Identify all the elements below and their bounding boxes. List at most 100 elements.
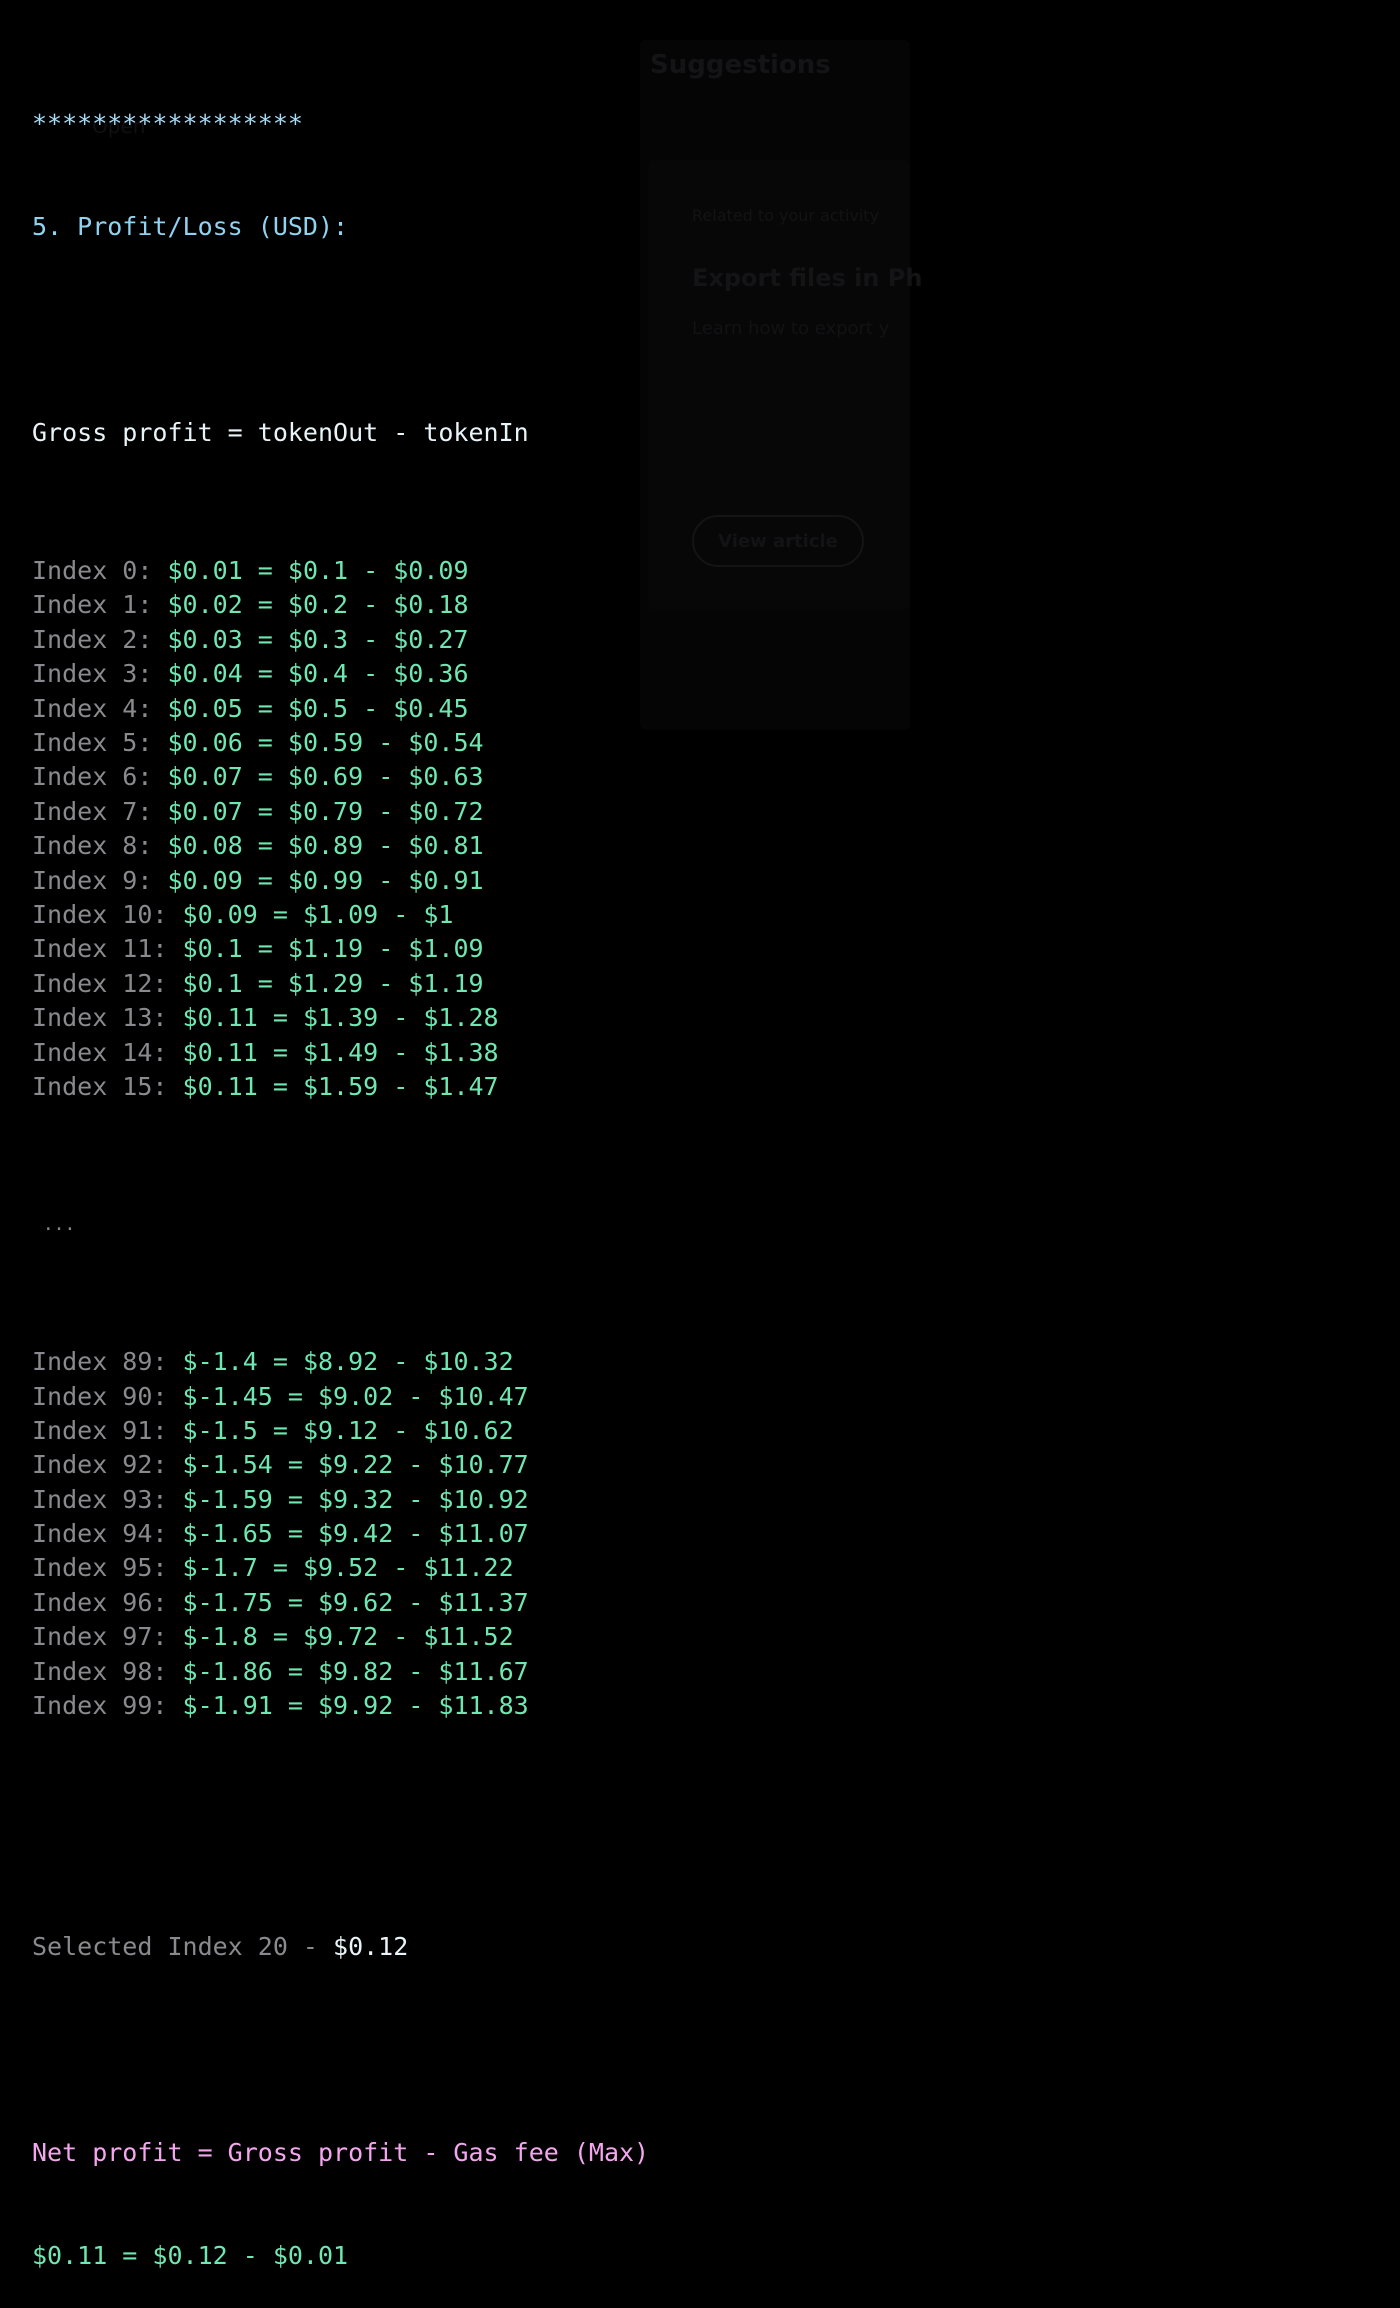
index-row: Index 90: $-1.45 = $9.02 - $10.47 bbox=[32, 1380, 649, 1414]
index-row: Index 11: $0.1 = $1.19 - $1.09 bbox=[32, 932, 649, 966]
rows-first-block: Index 0: $0.01 = $0.1 - $0.09 Index 1: $0… bbox=[32, 554, 649, 1104]
index-row: Index 10: $0.09 = $1.09 - $1 bbox=[32, 898, 649, 932]
index-value: $-1.5 = $9.12 - $10.62 bbox=[182, 1415, 514, 1445]
index-value: $-1.8 = $9.72 - $11.52 bbox=[182, 1622, 514, 1652]
index-row: Index 1: $0.02 = $0.2 - $0.18 bbox=[32, 588, 649, 622]
net-profit-value: $0.11 = $0.12 - $0.01 bbox=[32, 2241, 349, 2271]
index-label: Index 98: bbox=[32, 1656, 168, 1686]
index-value: $0.09 = $1.09 - $1 bbox=[182, 899, 454, 929]
net-profit-formula: Net profit = Gross profit - Gas fee (Max… bbox=[32, 2138, 650, 2168]
index-value: $-1.75 = $9.62 - $11.37 bbox=[182, 1587, 529, 1617]
index-row: Index 91: $-1.5 = $9.12 - $10.62 bbox=[32, 1414, 649, 1448]
selected-label: Selected Index 20 - bbox=[32, 1931, 334, 1961]
index-row: Index 5: $0.06 = $0.59 - $0.54 bbox=[32, 726, 649, 760]
index-label: Index 13: bbox=[32, 1003, 168, 1033]
index-label: Index 2: bbox=[32, 624, 153, 654]
index-label: Index 89: bbox=[32, 1347, 168, 1377]
index-row: Index 92: $-1.54 = $9.22 - $10.77 bbox=[32, 1448, 649, 1482]
card-text: Learn how to export y bbox=[692, 318, 890, 339]
view-article-button: View article bbox=[692, 515, 864, 567]
index-label: Index 92: bbox=[32, 1450, 168, 1480]
gross-profit-formula: Gross profit = tokenOut - tokenIn bbox=[32, 418, 529, 448]
index-row: Index 94: $-1.65 = $9.42 - $11.07 bbox=[32, 1517, 649, 1551]
index-value: $0.06 = $0.59 - $0.54 bbox=[167, 727, 484, 757]
index-label: Index 93: bbox=[32, 1484, 168, 1514]
index-row: Index 13: $0.11 = $1.39 - $1.28 bbox=[32, 1001, 649, 1035]
index-value: $-1.45 = $9.02 - $10.47 bbox=[182, 1381, 529, 1411]
index-row: Index 0: $0.01 = $0.1 - $0.09 bbox=[32, 554, 649, 588]
index-label: Index 97: bbox=[32, 1622, 168, 1652]
index-row: Index 3: $0.04 = $0.4 - $0.36 bbox=[32, 657, 649, 691]
index-row: Index 96: $-1.75 = $9.62 - $11.37 bbox=[32, 1586, 649, 1620]
index-row: Index 97: $-1.8 = $9.72 - $11.52 bbox=[32, 1620, 649, 1654]
selected-value: $0.12 bbox=[333, 1931, 409, 1961]
index-value: $0.02 = $0.2 - $0.18 bbox=[167, 590, 469, 620]
index-row: Index 15: $0.11 = $1.59 - $1.47 bbox=[32, 1070, 649, 1104]
index-value: $-1.4 = $8.92 - $10.32 bbox=[182, 1347, 514, 1377]
index-label: Index 90: bbox=[32, 1381, 168, 1411]
index-row: Index 98: $-1.86 = $9.82 - $11.67 bbox=[32, 1655, 649, 1689]
index-row: Index 8: $0.08 = $0.89 - $0.81 bbox=[32, 829, 649, 863]
section-header: 5. Profit/Loss (USD): bbox=[32, 212, 349, 242]
rows-last-block: Index 89: $-1.4 = $8.92 - $10.32 Index 90… bbox=[32, 1345, 649, 1723]
index-label: Index 6: bbox=[32, 762, 153, 792]
index-value: $0.11 = $1.49 - $1.38 bbox=[182, 1037, 499, 1067]
index-value: $0.07 = $0.79 - $0.72 bbox=[167, 796, 484, 826]
index-value: $0.11 = $1.39 - $1.28 bbox=[182, 1003, 499, 1033]
index-row: Index 93: $-1.59 = $9.32 - $10.92 bbox=[32, 1483, 649, 1517]
index-label: Index 7: bbox=[32, 796, 153, 826]
index-label: Index 99: bbox=[32, 1691, 168, 1721]
ellipsis: ... bbox=[32, 1213, 76, 1235]
index-value: $0.1 = $1.19 - $1.09 bbox=[182, 934, 484, 964]
related-text: Related to your activity bbox=[692, 206, 880, 225]
index-row: Index 6: $0.07 = $0.69 - $0.63 bbox=[32, 760, 649, 794]
index-value: $-1.65 = $9.42 - $11.07 bbox=[182, 1519, 529, 1549]
terminal-output: ****************** 5. Profit/Loss (USD):… bbox=[32, 38, 649, 2308]
index-value: $-1.86 = $9.82 - $11.67 bbox=[182, 1656, 529, 1686]
index-label: Index 3: bbox=[32, 659, 153, 689]
index-value: $0.05 = $0.5 - $0.45 bbox=[167, 693, 469, 723]
index-value: $0.07 = $0.69 - $0.63 bbox=[167, 762, 484, 792]
index-value: $0.03 = $0.3 - $0.27 bbox=[167, 624, 469, 654]
index-label: Index 9: bbox=[32, 865, 153, 895]
index-label: Index 0: bbox=[32, 556, 153, 586]
index-label: Index 14: bbox=[32, 1037, 168, 1067]
index-label: Index 96: bbox=[32, 1587, 168, 1617]
index-value: $0.11 = $1.59 - $1.47 bbox=[182, 1071, 499, 1101]
index-row: Index 89: $-1.4 = $8.92 - $10.32 bbox=[32, 1345, 649, 1379]
index-value: $-1.59 = $9.32 - $10.92 bbox=[182, 1484, 529, 1514]
index-value: $0.1 = $1.29 - $1.19 bbox=[182, 968, 484, 998]
index-value: $-1.91 = $9.92 - $11.83 bbox=[182, 1691, 529, 1721]
index-row: Index 12: $0.1 = $1.29 - $1.19 bbox=[32, 967, 649, 1001]
index-value: $0.01 = $0.1 - $0.09 bbox=[167, 556, 469, 586]
index-value: $-1.54 = $9.22 - $10.77 bbox=[182, 1450, 529, 1480]
index-value: $0.04 = $0.4 - $0.36 bbox=[167, 659, 469, 689]
index-label: Index 95: bbox=[32, 1553, 168, 1583]
index-row: Index 2: $0.03 = $0.3 - $0.27 bbox=[32, 623, 649, 657]
card-title: Export files in Ph bbox=[692, 264, 923, 292]
index-row: Index 4: $0.05 = $0.5 - $0.45 bbox=[32, 692, 649, 726]
index-value: $0.08 = $0.89 - $0.81 bbox=[167, 831, 484, 861]
selected-index-line: Selected Index 20 - $0.12 bbox=[32, 1930, 649, 1964]
index-label: Index 8: bbox=[32, 831, 153, 861]
index-label: Index 11: bbox=[32, 934, 168, 964]
index-label: Index 91: bbox=[32, 1415, 168, 1445]
index-label: Index 1: bbox=[32, 590, 153, 620]
index-label: Index 10: bbox=[32, 899, 168, 929]
index-row: Index 14: $0.11 = $1.49 - $1.38 bbox=[32, 1036, 649, 1070]
suggestions-title: Suggestions bbox=[650, 50, 831, 80]
index-label: Index 4: bbox=[32, 693, 153, 723]
index-row: Index 9: $0.09 = $0.99 - $0.91 bbox=[32, 864, 649, 898]
index-value: $-1.7 = $9.52 - $11.22 bbox=[182, 1553, 514, 1583]
index-label: Index 5: bbox=[32, 727, 153, 757]
index-row: Index 95: $-1.7 = $9.52 - $11.22 bbox=[32, 1551, 649, 1585]
stars-separator: ****************** bbox=[32, 108, 303, 138]
index-row: Index 99: $-1.91 = $9.92 - $11.83 bbox=[32, 1689, 649, 1723]
index-label: Index 12: bbox=[32, 968, 168, 998]
index-label: Index 94: bbox=[32, 1519, 168, 1549]
index-value: $0.09 = $0.99 - $0.91 bbox=[167, 865, 484, 895]
index-row: Index 7: $0.07 = $0.79 - $0.72 bbox=[32, 795, 649, 829]
